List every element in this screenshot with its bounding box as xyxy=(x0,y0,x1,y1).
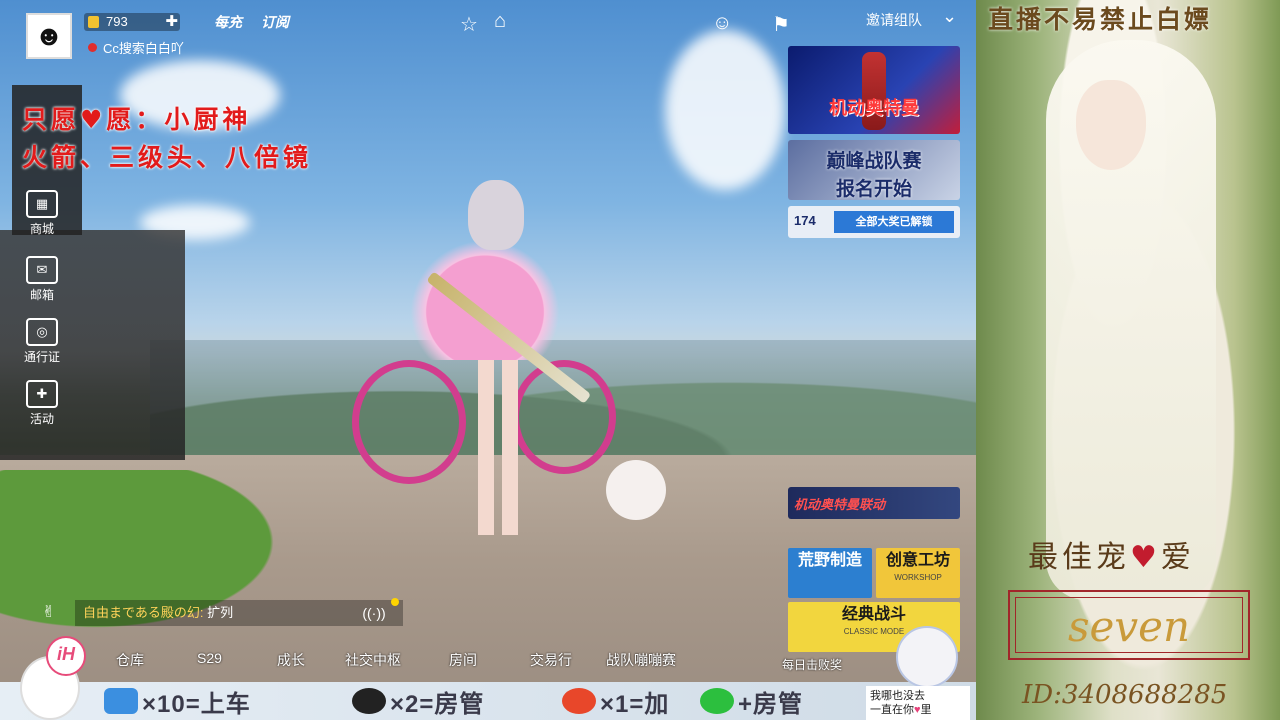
nav-team-event[interactable]: 战队嘣嘣赛 xyxy=(606,650,676,670)
player-status[interactable]: Cc搜索白白吖 xyxy=(88,38,184,57)
subscribe-badge[interactable]: 订阅 xyxy=(255,13,295,31)
illustration-face xyxy=(1076,80,1146,170)
helmet-gift-icon xyxy=(352,688,386,714)
stream-notice-title: 直播不易禁止白嫖 xyxy=(988,5,1213,34)
daily-reward-text[interactable]: 每日击败奖 xyxy=(782,656,842,673)
player-avatar[interactable]: ☻ xyxy=(26,13,72,59)
chat-bar[interactable]: 自由まである殿の幻: 扩列 xyxy=(75,600,345,626)
nav-social[interactable]: 社交中枢 xyxy=(345,650,401,670)
nav-season[interactable]: S29 xyxy=(197,650,222,666)
banner-title: 机动奥特曼 xyxy=(829,98,919,118)
mode-label: 经典战斗 xyxy=(841,606,906,623)
home-icon[interactable]: ⌂ xyxy=(494,10,506,33)
menu-shop[interactable]: ▦ 商城 xyxy=(22,190,62,237)
wechat-icon xyxy=(700,688,734,714)
top-up-badge[interactable]: 每充 xyxy=(208,13,248,31)
character-dress[interactable] xyxy=(410,240,560,360)
voice-button[interactable]: ((·)) xyxy=(345,598,403,626)
best-pet-label: 最佳宠♥爱 xyxy=(1028,540,1195,575)
gift-rule-text: ×1=加 xyxy=(600,690,670,718)
mode-wild-craft[interactable]: 荒野制造 xyxy=(788,548,872,598)
gift-rule-text: ×2=房管 xyxy=(390,690,485,718)
streamer-side-panel: 直播不易禁止白嫖 最佳宠♥爱 seven ID:3408688285 xyxy=(976,0,1280,720)
nav-warehouse[interactable]: 仓库 xyxy=(116,650,144,670)
coin-icon xyxy=(88,16,99,28)
menu-label: 活动 xyxy=(29,412,54,426)
viewer-name: seven xyxy=(1067,602,1191,651)
viewer-id: ID:3408688285 xyxy=(1022,680,1228,710)
status-dot-icon xyxy=(88,43,97,52)
peak-tournament-banner[interactable]: 巅峰战队赛 报名开始 xyxy=(788,140,960,200)
chat-speaker: 自由まである殿の幻: xyxy=(83,605,204,620)
collab-banner[interactable]: 机动奥特曼联动 xyxy=(788,487,960,519)
rewards-count: 174 xyxy=(794,213,816,228)
banner-line-2: 报名开始 xyxy=(835,179,912,200)
pet-companion[interactable] xyxy=(606,460,666,520)
add-currency-icon[interactable]: ✚ xyxy=(165,13,178,31)
name-frame: seven xyxy=(1008,590,1250,660)
invite-team-button[interactable]: 邀请组队 xyxy=(866,10,922,30)
currency-counter[interactable]: 793 ✚ xyxy=(84,13,180,31)
mode-workshop[interactable]: 创意工坊 WORKSHOP xyxy=(876,548,960,598)
gift-rule-4: +房管 xyxy=(700,684,803,718)
nav-trade[interactable]: 交易行 xyxy=(530,650,572,670)
menu-events[interactable]: ✚ 活动 xyxy=(22,380,62,427)
gift-icon: ✚ xyxy=(26,380,58,408)
game-viewport: ☻ 793 ✚ 每充 订阅 Cc搜索白白吖 ☆ ⌂ ☺ ⚑ 邀请组队 ⌄ 只愿♥… xyxy=(0,0,976,720)
banner-line-1: 巅峰战队赛 xyxy=(826,151,922,172)
menu-label: 通行证 xyxy=(23,350,60,364)
mascot-bubble: iH xyxy=(46,636,86,676)
chevron-down-icon[interactable]: ⌄ xyxy=(942,6,957,27)
mode-label: 创意工坊 xyxy=(885,552,950,569)
mail-icon: ✉ xyxy=(26,256,58,284)
ultraman-event-banner[interactable]: 机动奥特曼 xyxy=(788,46,960,134)
menu-label: 商城 xyxy=(29,222,54,236)
menu-label: 邮箱 xyxy=(29,288,54,302)
gift-rule-3: ×1=加 xyxy=(562,684,669,718)
character-legs xyxy=(478,355,518,535)
heart-icon: ♥ xyxy=(1130,540,1161,575)
collab-text: 机动奥特曼联动 xyxy=(794,497,886,512)
mascot-sticker: iH xyxy=(14,634,86,720)
status-text: Cc搜索白白吖 xyxy=(103,41,184,56)
handwritten-note: 我哪也没去 一直在你♥里 xyxy=(866,686,970,720)
character-head[interactable] xyxy=(468,180,524,250)
mode-label: 荒野制造 xyxy=(797,552,862,569)
wish-line-1: 只愿♥愿：小厨神 xyxy=(22,105,252,134)
currency-value: 793 xyxy=(106,14,128,29)
friends-icon[interactable]: ☺ xyxy=(712,12,732,35)
voice-badge xyxy=(391,598,399,606)
flag-icon[interactable]: ⚑ xyxy=(772,12,790,37)
cat-sticker xyxy=(896,626,958,688)
nav-room[interactable]: 房间 xyxy=(449,650,477,670)
menu-pass[interactable]: ◎ 通行证 xyxy=(22,318,62,365)
rewards-text: 全部大奖已解锁 xyxy=(834,211,954,233)
cloud xyxy=(665,30,785,190)
nav-growth[interactable]: 成长 xyxy=(277,650,305,670)
fire-gift-icon xyxy=(562,688,596,714)
rewards-banner[interactable]: 174 全部大奖已解锁 xyxy=(788,206,960,238)
gift-rule-1: ×10=上车 xyxy=(104,684,251,718)
shop-icon: ▦ xyxy=(26,190,58,218)
gift-rule-2: ×2=房管 xyxy=(352,684,484,718)
gift-rule-text: +房管 xyxy=(738,690,804,718)
menu-mail[interactable]: ✉ 邮箱 xyxy=(22,256,62,303)
pass-icon: ◎ xyxy=(26,318,58,346)
chat-message: 扩列 xyxy=(207,605,234,620)
star-icon[interactable]: ☆ xyxy=(460,12,478,37)
voice-wave-icon: ((·)) xyxy=(362,605,386,621)
note-line-1: 我哪也没去 xyxy=(870,690,925,702)
mode-sub: WORKSHOP xyxy=(894,573,942,582)
gift-rule-text: ×10=上车 xyxy=(142,690,251,718)
bike-wheel xyxy=(352,360,466,484)
peace-icon[interactable]: ✌ xyxy=(42,602,55,622)
note-line-2: 一直在你♥里 xyxy=(870,704,932,716)
keyboard-gift-icon xyxy=(104,688,138,714)
wish-line-2: 火箭、三级头、八倍镜 xyxy=(22,143,313,172)
